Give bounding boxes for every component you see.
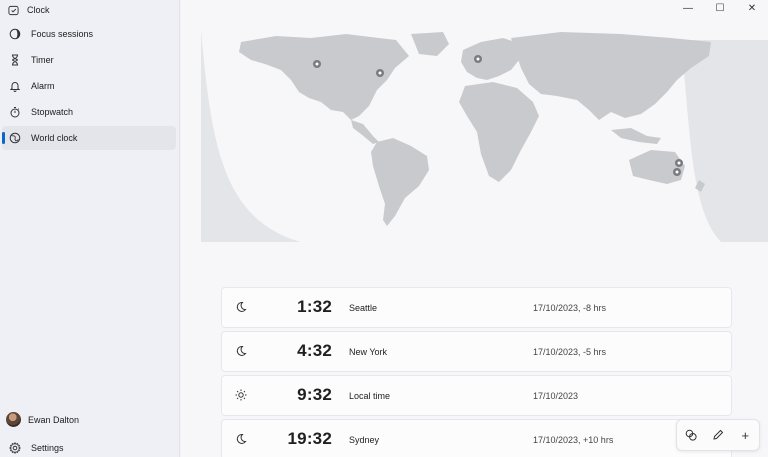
- map-pin-seattle[interactable]: [313, 60, 321, 68]
- close-button[interactable]: ✕: [736, 0, 768, 16]
- map-pin-local[interactable]: [474, 55, 482, 63]
- settings-label: Settings: [31, 443, 64, 453]
- sidebar-item-focus-sessions[interactable]: Focus sessions: [2, 22, 176, 46]
- sidebar-item-label: Focus sessions: [31, 29, 94, 39]
- profile-name: Ewan Dalton: [28, 414, 80, 425]
- clock-city: Local time: [349, 391, 391, 401]
- clock-date: 17/10/2023, +10 hrs: [533, 435, 614, 445]
- maximize-button[interactable]: ☐: [704, 0, 736, 16]
- clock-card-sydney[interactable]: 19:32 Sydney 17/10/2023, +10 hrs: [221, 419, 732, 457]
- clock-time: 1:32: [297, 297, 332, 316]
- window-controls: — ☐ ✕: [672, 0, 768, 16]
- clock-date: 17/10/2023, -8 hrs: [533, 303, 607, 313]
- globe-icon: [9, 132, 21, 144]
- avatar: [6, 412, 21, 427]
- clock-card-new-york[interactable]: 4:32 New York 17/10/2023, -5 hrs: [221, 331, 732, 372]
- clock-date: 17/10/2023, -5 hrs: [533, 347, 607, 357]
- sidebar-item-label: Alarm: [31, 81, 55, 91]
- clock-city: Sydney: [349, 435, 380, 445]
- compare-button[interactable]: [680, 424, 702, 446]
- clock-app-icon: [8, 5, 19, 15]
- sun-icon: [235, 389, 247, 401]
- pencil-icon: [713, 429, 724, 440]
- map-pin-new-york[interactable]: [376, 69, 384, 77]
- sidebar-item-world-clock[interactable]: World clock: [2, 126, 176, 150]
- world-map[interactable]: [181, 20, 768, 250]
- gear-icon: [9, 442, 21, 454]
- hourglass-icon: [12, 54, 18, 66]
- world-map-graphic: [201, 30, 768, 242]
- clock-card-seattle[interactable]: 1:32 Seattle 17/10/2023, -8 hrs: [221, 287, 732, 328]
- clock-city: New York: [349, 347, 388, 357]
- settings-button[interactable]: Settings: [2, 437, 176, 457]
- clock-date: 17/10/2023: [533, 391, 579, 401]
- sidebar-item-label: World clock: [31, 133, 78, 143]
- active-indicator: [2, 132, 5, 144]
- clock-time: 9:32: [297, 385, 332, 404]
- sidebar-item-alarm[interactable]: Alarm: [2, 74, 176, 98]
- moon-icon: [236, 345, 247, 356]
- clock-card-local-time[interactable]: 9:32 Local time 17/10/2023: [221, 375, 732, 416]
- sidebar: Clock Focus sessions Timer Alarm Stopwat…: [0, 0, 180, 457]
- edit-button[interactable]: [707, 424, 729, 446]
- add-clock-button[interactable]: +: [734, 424, 756, 446]
- moon-icon: [236, 433, 247, 444]
- sidebar-item-stopwatch[interactable]: Stopwatch: [2, 100, 176, 124]
- compare-icon: [685, 429, 697, 441]
- profile-button[interactable]: Ewan Dalton: [6, 412, 79, 427]
- minimize-button[interactable]: —: [672, 0, 704, 16]
- sidebar-item-label: Timer: [31, 55, 54, 65]
- clock-time: 4:32: [297, 341, 332, 360]
- stopwatch-icon: [10, 107, 20, 118]
- moon-icon: [236, 301, 247, 312]
- bell-icon: [9, 82, 21, 92]
- clock-time: 19:32: [287, 429, 332, 448]
- world-clock-list: 1:32 Seattle 17/10/2023, -8 hrs 4:32 New…: [221, 287, 732, 457]
- app-title-text: Clock: [27, 5, 50, 15]
- clock-city: Seattle: [349, 303, 378, 313]
- app-title: Clock: [8, 2, 50, 18]
- sidebar-item-timer[interactable]: Timer: [2, 48, 176, 72]
- sidebar-item-label: Stopwatch: [31, 107, 74, 117]
- focus-icon: [9, 28, 21, 40]
- main-content: — ☐ ✕ 1:32 Seattle 17/10/2023, -8 hrs 4:…: [181, 0, 768, 457]
- clock-actions-toolbar: +: [676, 419, 760, 451]
